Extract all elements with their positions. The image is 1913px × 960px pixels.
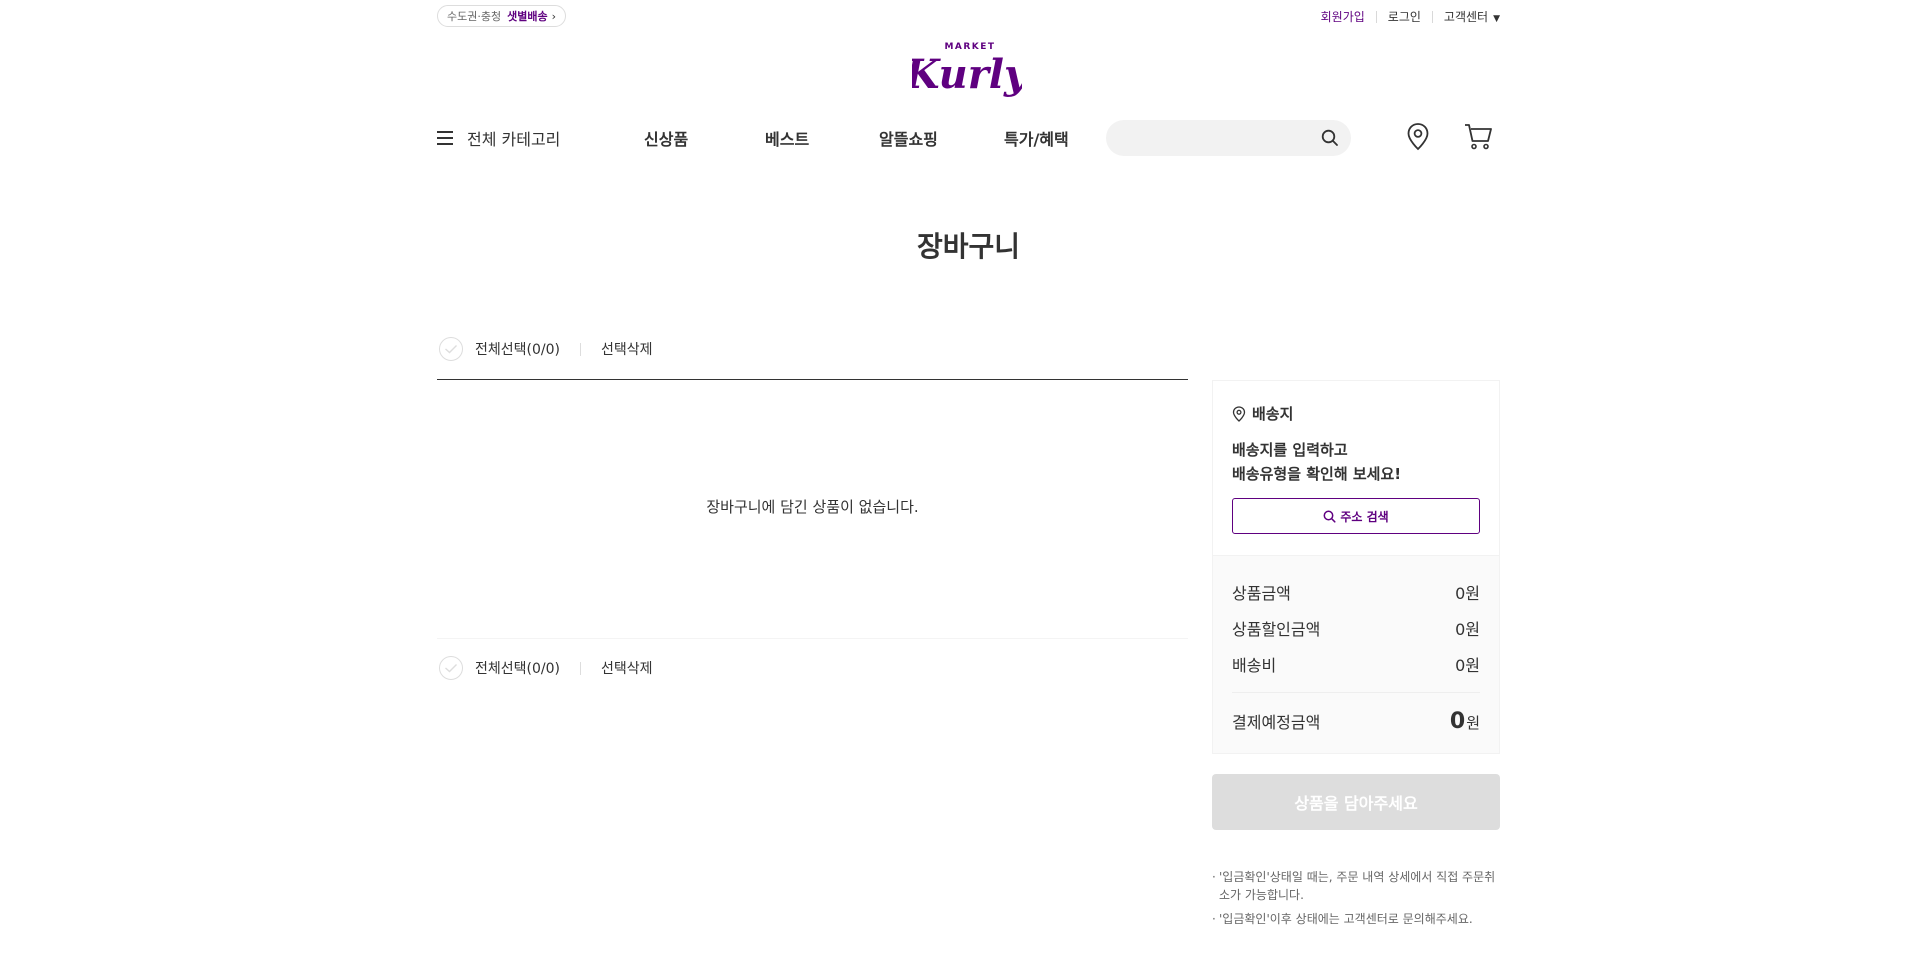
discount-label: 상품할인금액: [1232, 620, 1321, 639]
address-prompt-line: 배송지를 입력하고: [1232, 441, 1348, 459]
delivery-info-button[interactable]: 수도권·충청 샛별배송 ›: [437, 5, 566, 27]
address-prompt-line: 배송유형을 확인해 보세요!: [1232, 465, 1402, 483]
search-input[interactable]: [1120, 120, 1314, 158]
delivery-type: 샛별배송: [507, 10, 548, 23]
kurly-logo-icon: MARKET Kurly: [904, 42, 1030, 98]
signup-link[interactable]: 회원가입: [1321, 8, 1365, 25]
discount-value: 0원: [1455, 620, 1480, 639]
nav-new-products[interactable]: 신상품: [644, 126, 688, 150]
order-note: '입금확인'이후 상태에는 고객센터로 문의해주세요.: [1212, 910, 1500, 928]
cart-bottom-border: [437, 638, 1188, 639]
location-pin-icon: [1232, 405, 1246, 422]
divider: [1375, 10, 1377, 23]
order-button[interactable]: 상품을 담아주세요: [1212, 774, 1500, 830]
divider: [1232, 692, 1480, 693]
address-section: 배송지 배송지를 입력하고 배송유형을 확인해 보세요! 주소 검색: [1212, 380, 1500, 555]
select-all-checkbox[interactable]: [439, 656, 463, 680]
logo-kurly-text: Kurly: [912, 51, 1022, 98]
location-pin-icon[interactable]: [1405, 122, 1431, 156]
shipping-value: 0원: [1455, 656, 1480, 675]
product-amount-row: 상품금액 0원: [1232, 574, 1480, 610]
total-number: 0: [1449, 708, 1466, 734]
discount-row: 상품할인금액 0원: [1232, 610, 1480, 646]
hamburger-icon: [437, 131, 453, 145]
address-heading-label: 배송지: [1252, 405, 1294, 423]
address-heading: 배송지: [1232, 403, 1480, 424]
delete-selected-button[interactable]: 선택삭제: [601, 658, 653, 678]
product-amount-value: 0원: [1455, 584, 1480, 603]
search-icon: [1323, 510, 1336, 523]
nav-budget-shopping[interactable]: 알뜰쇼핑: [879, 126, 938, 150]
select-all-label[interactable]: 전체선택(0/0): [475, 658, 560, 678]
divider: [579, 661, 581, 675]
delete-selected-button[interactable]: 선택삭제: [601, 339, 653, 359]
category-menu-button[interactable]: 전체 카테고리: [437, 126, 560, 150]
page-container: 수도권·충청 샛별배송 › 회원가입 로그인 고객센터 ▼ MARKET Kurl…: [437, 0, 1500, 960]
delivery-region: 수도권·충청: [447, 10, 502, 23]
customer-center-link[interactable]: 고객센터 ▼: [1444, 8, 1500, 25]
select-all-row-top: 전체선택(0/0) 선택삭제: [437, 337, 653, 361]
total-value: 0원: [1450, 709, 1480, 734]
cart-top-border: [437, 379, 1188, 380]
main-navigation: 전체 카테고리 신상품 베스트 알뜰쇼핑 특가/혜택: [437, 118, 1500, 160]
address-search-label: 주소 검색: [1340, 509, 1389, 524]
nav-best[interactable]: 베스트: [765, 126, 809, 150]
category-label: 전체 카테고리: [467, 130, 561, 149]
total-row: 결제예정금액 0원: [1232, 701, 1480, 741]
checkmark-icon: [445, 664, 457, 673]
caret-down-icon: ▼: [1493, 14, 1500, 24]
checkmark-icon: [445, 345, 457, 354]
shipping-label: 배송비: [1232, 656, 1277, 675]
kurly-logo[interactable]: MARKET Kurly: [904, 38, 1030, 104]
page-title: 장바구니: [916, 230, 1021, 263]
select-all-label[interactable]: 전체선택(0/0): [475, 339, 560, 359]
nav-special-deals[interactable]: 특가/혜택: [1004, 126, 1069, 150]
price-summary: 상품금액 0원 상품할인금액 0원 배송비 0원 결제예정금액 0원: [1212, 555, 1500, 754]
login-link[interactable]: 로그인: [1388, 8, 1421, 25]
divider: [1431, 10, 1433, 23]
cart-icon[interactable]: [1463, 121, 1493, 155]
address-prompt: 배송지를 입력하고 배송유형을 확인해 보세요!: [1232, 438, 1480, 486]
chevron-right-icon: ›: [551, 9, 556, 23]
shipping-row: 배송비 0원: [1232, 646, 1480, 682]
total-unit: 원: [1466, 713, 1480, 732]
select-all-checkbox[interactable]: [439, 337, 463, 361]
total-label: 결제예정금액: [1232, 713, 1321, 732]
search-bar: [1106, 120, 1351, 158]
utility-menu: 회원가입 로그인 고객센터 ▼: [1321, 8, 1500, 25]
search-icon[interactable]: [1321, 129, 1339, 151]
select-all-row-bottom: 전체선택(0/0) 선택삭제: [437, 656, 653, 680]
order-summary-panel: 배송지 배송지를 입력하고 배송유형을 확인해 보세요! 주소 검색 상품금액 …: [1212, 380, 1500, 934]
product-amount-label: 상품금액: [1232, 584, 1291, 603]
address-search-button[interactable]: 주소 검색: [1232, 498, 1480, 534]
order-note: '입금확인'상태일 때는, 주문 내역 상세에서 직접 주문취소가 가능합니다.: [1212, 868, 1500, 904]
empty-cart-message: 장바구니에 담긴 상품이 없습니다.: [706, 498, 919, 516]
customer-center-label: 고객센터: [1443, 10, 1489, 24]
divider: [579, 342, 581, 356]
order-notes: '입금확인'상태일 때는, 주문 내역 상세에서 직접 주문취소가 가능합니다.…: [1212, 868, 1500, 928]
